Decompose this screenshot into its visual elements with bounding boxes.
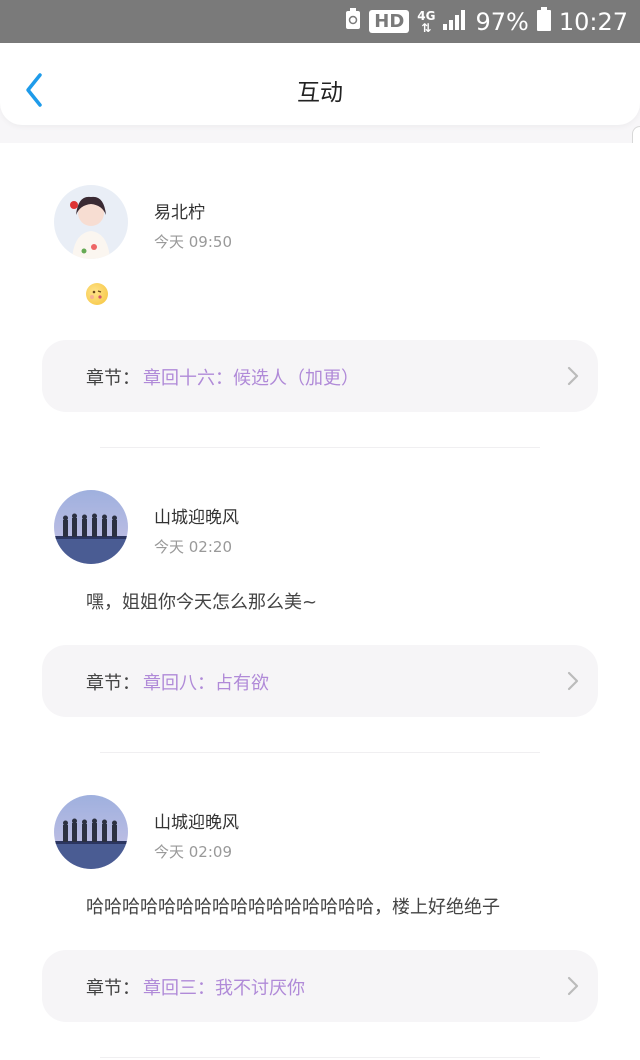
network-type: 4G ⇅ [417, 8, 436, 35]
status-bar: HD 4G ⇅ 97% 10:27 [0, 0, 640, 43]
signal-icon [443, 8, 467, 36]
comment-list: 易北柠 今天 09:50 章节： 章回十六：候选人（加更） 山城迎晚风 今天 0… [0, 143, 640, 1060]
chapter-title: 章回十六：候选人（加更） [143, 368, 359, 389]
user-name[interactable]: 山城迎晚风 [154, 503, 239, 528]
comment-card: 易北柠 今天 09:50 章节： 章回十六：候选人（加更） [0, 143, 640, 448]
nav-bar: 互动 [0, 43, 640, 125]
user-name[interactable]: 易北柠 [154, 198, 205, 223]
chevron-right-icon [567, 366, 579, 386]
chapter-label: 章节： [86, 978, 140, 999]
comment-card: 山城迎晚风 今天 02:09 哈哈哈哈哈哈哈哈哈哈哈哈哈哈哈哈，楼上好绝绝子 章… [0, 753, 640, 1058]
chevron-right-icon [567, 976, 579, 996]
clock: 10:27 [558, 7, 628, 36]
chevron-right-icon [567, 671, 579, 691]
hd-badge: HD [369, 10, 410, 33]
status-bar-right: HD 4G ⇅ 97% 10:27 [345, 0, 628, 43]
chapter-link[interactable]: 章节： 章回十六：候选人（加更） [42, 340, 598, 412]
battery-icon [536, 6, 551, 37]
comment-time: 今天 09:50 [154, 233, 232, 251]
chapter-title: 章回八：占有欲 [143, 673, 269, 694]
avatar[interactable] [54, 795, 128, 869]
comment-text: 嘿，姐姐你今天怎么那么美~ [86, 592, 318, 613]
comment-text: 哈哈哈哈哈哈哈哈哈哈哈哈哈哈哈哈，楼上好绝绝子 [86, 897, 500, 918]
recycle-icon [345, 7, 361, 36]
chapter-link[interactable]: 章节： 章回三：我不讨厌你 [42, 950, 598, 1022]
kiss-emoji-icon [86, 283, 108, 305]
chapter-link[interactable]: 章节： 章回八：占有欲 [42, 645, 598, 717]
user-name[interactable]: 山城迎晚风 [154, 808, 239, 833]
avatar[interactable] [54, 185, 128, 259]
chapter-label: 章节： [86, 673, 140, 694]
comment-card: 山城迎晚风 今天 02:20 嘿，姐姐你今天怎么那么美~ 章节： 章回八：占有欲 [0, 448, 640, 753]
divider [100, 1057, 540, 1058]
comment-time: 今天 02:20 [154, 538, 232, 556]
battery-percent: 97% [475, 7, 529, 36]
chapter-title: 章回三：我不讨厌你 [143, 978, 305, 999]
comment-time: 今天 02:09 [154, 843, 232, 861]
page-title: 互动 [297, 80, 343, 106]
chapter-label: 章节： [86, 368, 140, 389]
avatar[interactable] [54, 490, 128, 564]
